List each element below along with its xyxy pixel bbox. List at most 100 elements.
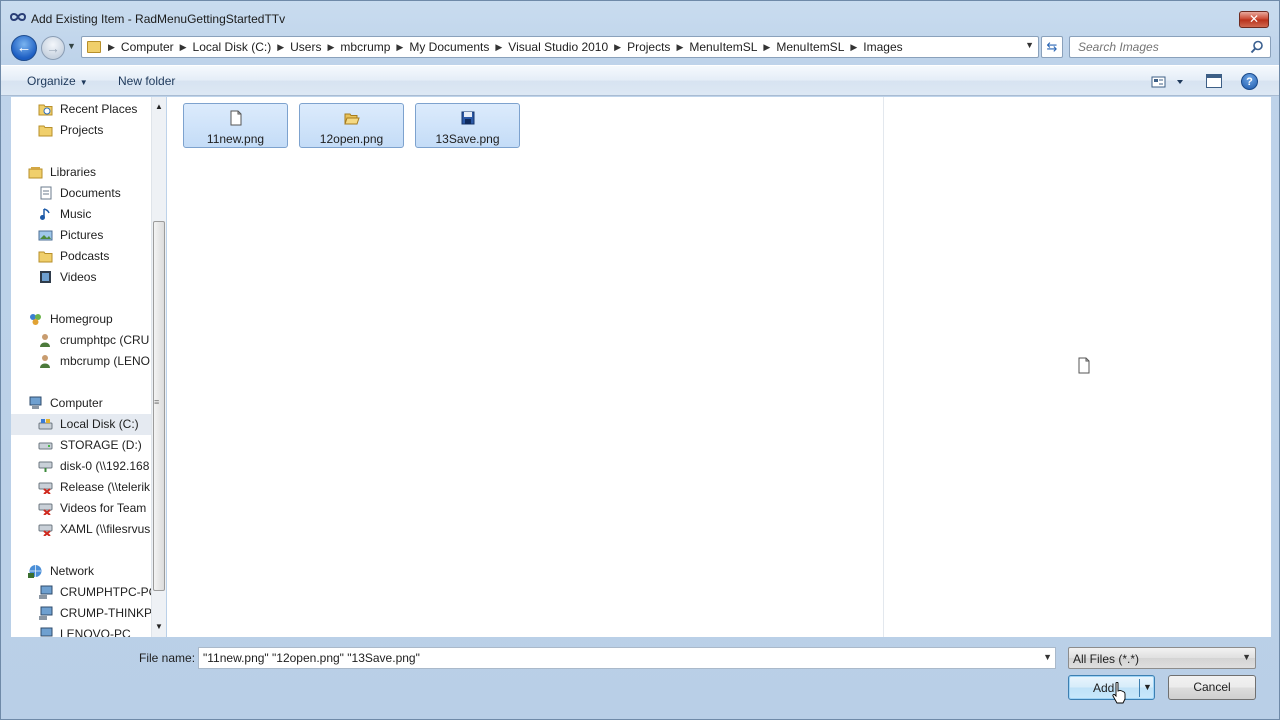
nav-item-crump-thinkp[interactable]: CRUMP-THINKP [11,603,151,624]
chevron-right-icon[interactable]: ▶ [275,42,286,53]
new-folder-button[interactable]: New folder [118,74,175,88]
chevron-down-icon: ▼ [79,78,88,87]
nav-item-label: XAML (\\filesrvus [60,522,151,536]
videos-icon [40,271,51,283]
nav-item-homegroup[interactable]: Homegroup [11,309,151,330]
chevron-right-icon[interactable]: ▶ [106,42,117,53]
breadcrumb-item[interactable]: Users [286,40,325,54]
recent-pages-dropdown[interactable]: ▼ [67,41,76,51]
nav-item-label: Music [60,207,92,221]
nav-item-pictures[interactable]: Pictures [11,225,151,246]
chevron-right-icon[interactable]: ▶ [493,42,504,53]
nav-item-label: Podcasts [60,249,110,263]
breadcrumb-item[interactable]: Computer [117,40,178,54]
nav-item-label: Projects [60,123,104,137]
open-folder-icon [344,113,360,125]
cancel-button[interactable]: Cancel [1168,675,1256,700]
nav-item-videos[interactable]: Videos [11,267,151,288]
change-view-icon[interactable] [1151,74,1187,90]
nav-item-recent-places[interactable]: Recent Places [11,99,151,120]
breadcrumb-item[interactable]: mbcrump [336,40,394,54]
computer-icon [29,396,42,409]
organize-button[interactable]: Organize ▼ [27,74,88,88]
file-list[interactable]: 11new.png 12open.png 13Save.png [167,97,883,637]
nav-item-label: disk-0 (\\192.168 [60,459,150,473]
nav-item-crumphtpc-pc[interactable]: CRUMPHTPC-PC [11,582,151,603]
forward-button[interactable]: → [41,36,65,60]
chevron-right-icon[interactable]: ▶ [394,42,405,53]
nav-item-lenovo-pc[interactable]: LENOVO-PC [11,624,151,637]
nav-item-label: crumphtpc (CRU [60,333,150,347]
nav-item-crumphtpc-cru[interactable]: crumphtpc (CRU [11,330,151,351]
add-options-dropdown-icon[interactable]: ▼ [1143,682,1152,692]
nav-item-label: CRUMPHTPC-PC [60,585,151,599]
breadcrumb-item[interactable]: My Documents [405,40,493,54]
help-icon[interactable]: ? [1241,73,1258,90]
hand-cursor-icon [1112,682,1126,704]
file-name-dropdown-icon[interactable]: ▼ [1043,652,1052,662]
nav-item-disk-0-192-168[interactable]: disk-0 (\\192.168 [11,456,151,477]
chevron-right-icon[interactable]: ▶ [325,42,336,53]
nav-item-music[interactable]: Music [11,204,151,225]
nav-item-label: LENOVO-PC [60,627,131,637]
refresh-button[interactable]: ⇆ [1041,36,1063,58]
address-dropdown-icon[interactable]: ▼ [1025,40,1034,50]
file-type-value: All Files (*.*) [1073,652,1140,666]
breadcrumb-item[interactable]: MenuItemSL [772,40,848,54]
breadcrumb-item[interactable]: MenuItemSL [685,40,761,54]
chevron-right-icon[interactable]: ▶ [848,42,859,53]
save-disk-icon [461,111,475,125]
breadcrumb-item[interactable]: Images [859,40,906,54]
nav-item-podcasts[interactable]: Podcasts [11,246,151,267]
nav-item-release-telerik[interactable]: Release (\\telerik [11,477,151,498]
navigation-pane: Recent Places Projects Libraries Documents M… [11,97,151,637]
back-button[interactable]: ← [11,35,37,61]
file-type-select[interactable]: All Files (*.*) ▼ [1068,647,1256,669]
folder-icon [38,125,53,137]
file-item[interactable]: 11new.png [183,103,288,148]
file-item[interactable]: 13Save.png [415,103,520,148]
nav-item-libraries[interactable]: Libraries [11,162,151,183]
nav-item-label: Homegroup [50,312,113,326]
scroll-down-icon[interactable]: ▼ [152,619,166,635]
close-button[interactable]: ✕ [1239,11,1269,28]
file-item[interactable]: 12open.png [299,103,404,148]
scroll-up-icon[interactable]: ▲ [152,99,166,115]
nav-item-documents[interactable]: Documents [11,183,151,204]
nav-item-storage-d[interactable]: STORAGE (D:) [11,435,151,456]
nav-item-mbcrump-leno[interactable]: mbcrump (LENO [11,351,151,372]
breadcrumb-item[interactable]: Local Disk (C:) [189,40,276,54]
disconnected-drive-icon [38,524,53,536]
nav-item-computer[interactable]: Computer [11,393,151,414]
refresh-icon: ⇆ [1046,39,1058,54]
breadcrumb-item[interactable]: Projects [623,40,674,54]
nav-item-network[interactable]: Network [11,561,151,582]
organize-label: Organize [27,74,76,88]
search-box[interactable] [1069,36,1271,58]
file-name-label: File name: [139,651,196,665]
new-file-icon [230,110,242,126]
nav-item-xaml-filesrvus[interactable]: XAML (\\filesrvus [11,519,151,540]
preview-pane-icon[interactable] [1206,74,1222,88]
search-icon [1250,40,1263,54]
nav-item-projects[interactable]: Projects [11,120,151,141]
chevron-right-icon[interactable]: ▶ [612,42,623,53]
nav-scrollbar[interactable]: ▲ ≡ ▼ [151,97,166,637]
nav-item-label: Local Disk (C:) [60,417,139,431]
network-computer-icon [39,606,53,620]
disconnected-drive-icon [38,482,53,494]
pictures-icon [38,230,53,241]
nav-item-local-disk-c[interactable]: Local Disk (C:) [11,414,151,435]
nav-item-videos-for-team[interactable]: Videos for Team [11,498,151,519]
nav-item-label: CRUMP-THINKP [60,606,151,620]
chevron-right-icon[interactable]: ▶ [674,42,685,53]
chevron-right-icon[interactable]: ▶ [761,42,772,53]
file-name-input[interactable] [199,648,1029,668]
back-arrow-icon: ← [16,39,32,56]
search-input[interactable] [1070,37,1248,57]
address-bar[interactable]: ▶ Computer ▶ Local Disk (C:) ▶ Users ▶ mbcrump ▶… [81,36,1039,58]
chevron-right-icon[interactable]: ▶ [178,42,189,53]
breadcrumb-item[interactable]: Visual Studio 2010 [504,40,612,54]
file-name: 13Save.png [435,132,500,146]
file-name-field[interactable]: ▼ [198,647,1056,669]
